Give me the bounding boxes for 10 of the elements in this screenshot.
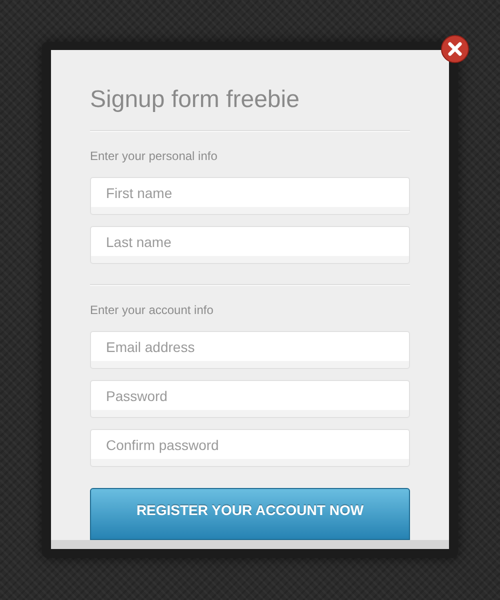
input-field[interactable]: First name <box>90 176 410 215</box>
register-button[interactable]: REGISTER YOUR ACCOUNT NOW <box>90 488 410 540</box>
section-label: Enter your personal info <box>90 148 218 163</box>
form-title: Signup form freebie <box>90 85 300 115</box>
input-field[interactable]: Last name <box>90 226 410 264</box>
input-field[interactable]: Confirm password <box>90 428 410 468</box>
input-field[interactable]: Password <box>90 380 410 418</box>
section-label: Enter your account info <box>90 302 214 317</box>
input-field[interactable]: Email address <box>90 330 410 369</box>
close-icon[interactable] <box>440 34 470 64</box>
